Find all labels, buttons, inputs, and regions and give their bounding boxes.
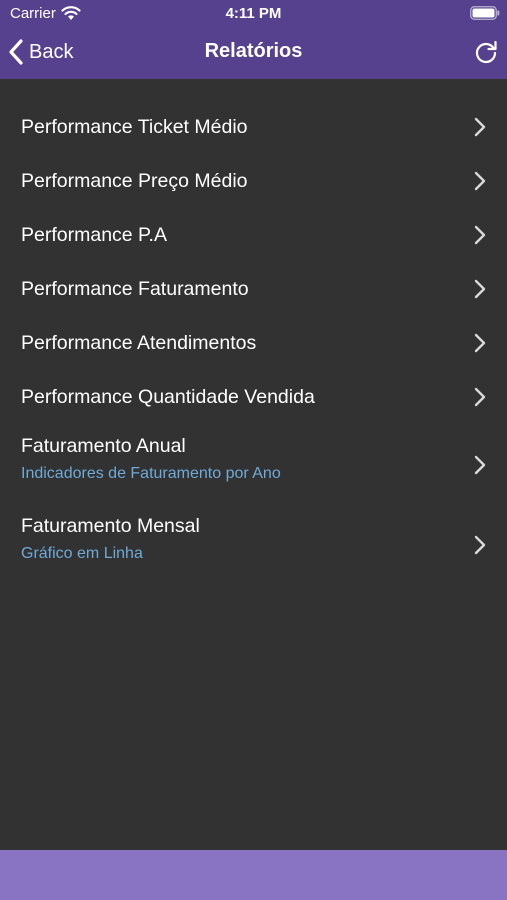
chevron-right-icon [474, 225, 486, 245]
list-item[interactable]: Performance Atendimentos [0, 316, 507, 370]
list-item-title: Faturamento Mensal [21, 515, 200, 537]
list-item[interactable]: Faturamento Anual Indicadores de Faturam… [0, 424, 507, 504]
list-item-title: Performance Atendimentos [21, 332, 257, 354]
status-bar: Carrier 4:11 PM [0, 0, 507, 28]
list-item[interactable]: Performance Quantidade Vendida [0, 370, 507, 424]
list-item[interactable]: Performance Faturamento [0, 262, 507, 316]
list-item-subtitle: Gráfico em Linha [21, 545, 143, 562]
refresh-icon[interactable] [473, 39, 499, 65]
list-item-title: Performance Preço Médio [21, 170, 248, 192]
chevron-right-icon [474, 455, 486, 475]
chevron-right-icon [474, 387, 486, 407]
bottom-bar [0, 850, 507, 900]
top-bar: Carrier 4:11 PM Back Relatórios [0, 0, 507, 79]
chevron-right-icon [474, 117, 486, 137]
list-item[interactable]: Performance Preço Médio [0, 154, 507, 208]
chevron-right-icon [474, 279, 486, 299]
list-item[interactable]: Faturamento Mensal Gráfico em Linha [0, 504, 507, 584]
chevron-right-icon [474, 333, 486, 353]
status-time: 4:11 PM [225, 5, 282, 22]
chevron-right-icon [474, 171, 486, 191]
reports-list: Performance Ticket Médio Performance Pre… [0, 100, 507, 584]
list-item-title: Performance Ticket Médio [21, 116, 248, 138]
list-item-subtitle: Indicadores de Faturamento por Ano [21, 465, 281, 482]
chevron-right-icon [474, 535, 486, 555]
list-item-title: Performance Quantidade Vendida [21, 386, 315, 408]
list-item-title: Performance Faturamento [21, 278, 249, 300]
list-item-title: Performance P.A [21, 224, 167, 246]
page-title: Relatórios [204, 40, 303, 62]
list-item-title: Faturamento Anual [21, 435, 186, 457]
list-item[interactable]: Performance Ticket Médio [0, 100, 507, 154]
list-item[interactable]: Performance P.A [0, 208, 507, 262]
navigation-bar: Back Relatórios [0, 28, 507, 79]
battery-icon [470, 6, 500, 20]
